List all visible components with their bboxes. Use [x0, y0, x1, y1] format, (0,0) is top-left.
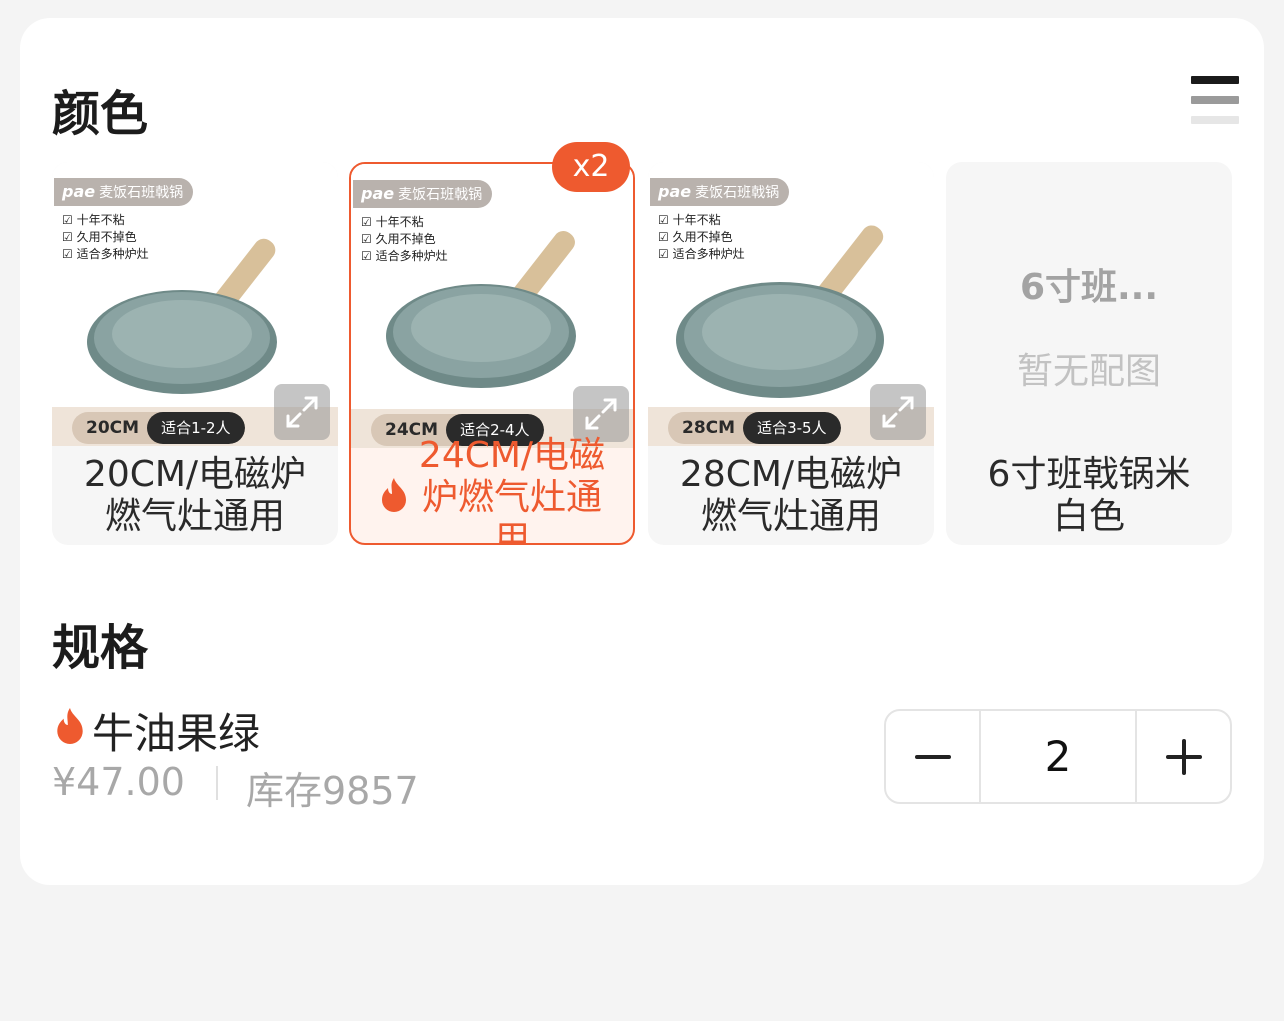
brand-tag: pae 麦饭石班戟锅	[650, 178, 790, 206]
brand-tag: pae 麦饭石班戟锅	[353, 180, 493, 208]
color-option-24cm[interactable]: pae麦饭石班戟锅 十年不粘久用不掉色适合多种炉灶 24CM适合2-4人 24C…	[349, 162, 635, 545]
option-label: 24CM/电磁炉燃气灶通用	[351, 435, 633, 543]
quantity-stepper[interactable]: 2	[884, 709, 1232, 804]
color-option-20cm[interactable]: pae麦饭石班戟锅 十年不粘久用不掉色适合多种炉灶 20CM适合1-2人 20C…	[52, 162, 338, 545]
plus-icon	[1165, 738, 1202, 775]
size-badge: 20CM 适合1-2人	[72, 412, 245, 444]
list-view-icon[interactable]	[1191, 76, 1239, 124]
spec-stock: 库存9857	[246, 769, 419, 813]
product-image: pae麦饭石班戟锅 十年不粘久用不掉色适合多种炉灶 28CM适合3-5人	[648, 162, 934, 446]
feature-list: 十年不粘久用不掉色适合多种炉灶	[361, 214, 448, 265]
brand-tag: pae 麦饭石班戟锅	[54, 178, 194, 206]
expand-icon[interactable]	[274, 384, 330, 440]
option-label: 6寸班戟锅米白色	[987, 454, 1191, 537]
spec-section-title: 规格	[52, 620, 149, 676]
option-label: 20CM/电磁炉燃气灶通用	[83, 454, 307, 537]
size-badge: 28CM 适合3-5人	[668, 412, 841, 444]
expand-icon[interactable]	[573, 386, 629, 442]
fire-icon	[377, 476, 417, 520]
selected-count-badge: x2	[552, 142, 630, 192]
minus-icon	[914, 754, 951, 759]
increase-button[interactable]	[1137, 711, 1230, 802]
color-option-6inch[interactable]: 6寸班... 暂无配图 6寸班戟锅米白色	[946, 162, 1232, 545]
product-image: pae麦饭石班戟锅 十年不粘久用不掉色适合多种炉灶 20CM适合1-2人	[52, 162, 338, 446]
spec-name: 牛油果绿	[52, 700, 260, 761]
spec-price: ¥47.00	[52, 760, 185, 804]
divider	[216, 766, 218, 800]
color-section-title: 颜色	[52, 86, 149, 142]
feature-list: 十年不粘久用不掉色适合多种炉灶	[62, 212, 149, 263]
option-label: 28CM/电磁炉燃气灶通用	[679, 454, 903, 537]
decrease-button[interactable]	[886, 711, 979, 802]
expand-icon[interactable]	[870, 384, 926, 440]
no-image-note: 暂无配图	[1016, 351, 1161, 392]
quantity-value[interactable]: 2	[979, 711, 1137, 802]
color-option-28cm[interactable]: pae麦饭石班戟锅 十年不粘久用不掉色适合多种炉灶 28CM适合3-5人 28C…	[648, 162, 934, 545]
feature-list: 十年不粘久用不掉色适合多种炉灶	[658, 212, 745, 263]
product-image: pae麦饭石班戟锅 十年不粘久用不掉色适合多种炉灶 24CM适合2-4人	[351, 164, 633, 448]
placeholder-name: 6寸班...	[1019, 267, 1159, 308]
fire-icon	[52, 705, 92, 757]
